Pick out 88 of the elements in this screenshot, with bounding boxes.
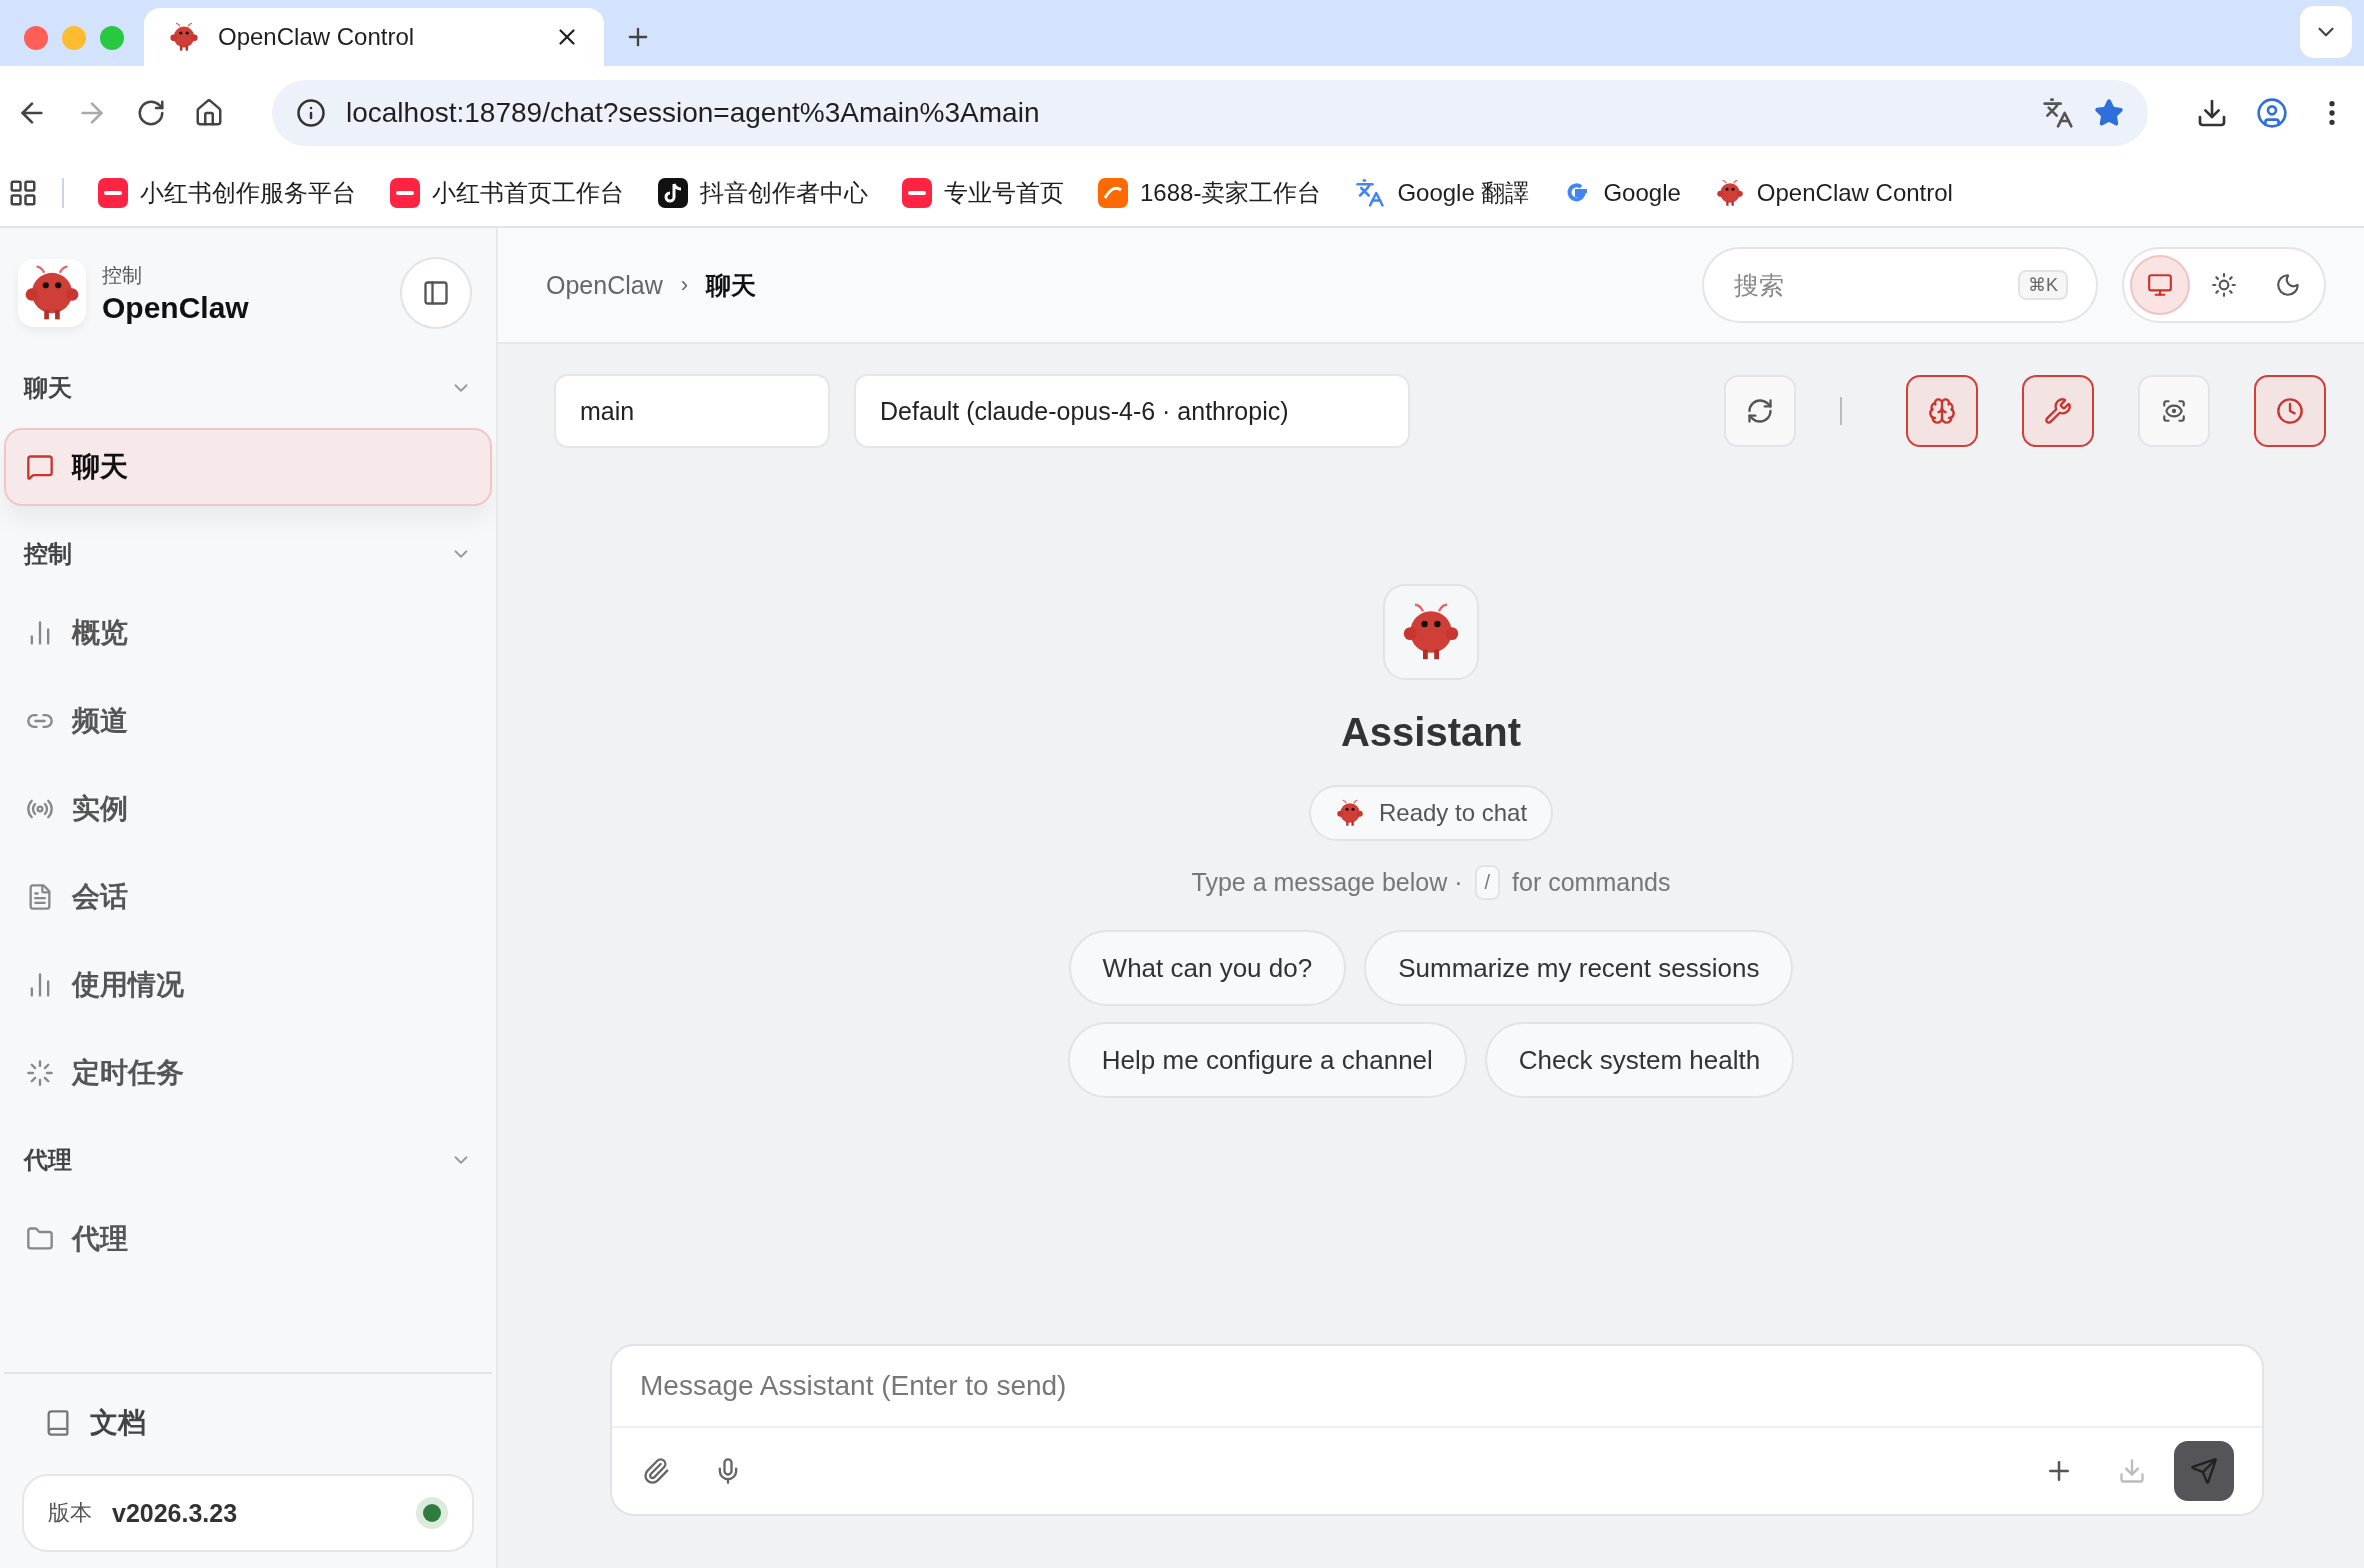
monitor-icon <box>2147 272 2173 298</box>
suggestion-chip[interactable]: Summarize my recent sessions <box>1364 930 1794 1006</box>
suggestion-chip[interactable]: What can you do? <box>1068 930 1347 1006</box>
shortcut-hint: ⌘K <box>2018 270 2068 300</box>
mascot-icon <box>1334 798 1365 828</box>
breadcrumb-item[interactable]: OpenClaw <box>546 270 663 300</box>
loader-icon <box>26 1059 54 1087</box>
slash-key: / <box>1474 865 1501 900</box>
composer-panel[interactable]: Message Assistant (Enter to send) <box>610 1344 2264 1516</box>
note-icon <box>658 178 688 208</box>
assistant-title: Assistant <box>1340 710 1522 755</box>
paperclip-icon <box>642 1457 670 1485</box>
status-text: Ready to chat <box>1378 799 1528 827</box>
bookmark-link[interactable]: 小红书创作服务平台 <box>98 177 356 209</box>
folder-icon <box>26 1225 54 1253</box>
bookmark-link[interactable]: 小红书首页工作台 <box>390 177 624 209</box>
bookmark-link[interactable]: Google 翻譯 <box>1355 177 1530 209</box>
send-button[interactable] <box>2174 1441 2234 1501</box>
mascot-icon <box>168 21 200 53</box>
suggestion-chip[interactable]: Help me configure a channel <box>1067 1022 1467 1098</box>
translate-icon[interactable] <box>2042 97 2074 129</box>
brain-icon <box>1928 397 1956 425</box>
nav-item[interactable]: 概览 <box>4 594 492 672</box>
group-header[interactable]: 控制 <box>4 524 492 584</box>
nav-item[interactable]: 会话 <box>4 858 492 936</box>
profile-icon[interactable] <box>2256 97 2288 129</box>
breadcrumb-item: 聊天 <box>706 269 757 301</box>
chat-icon <box>26 453 54 481</box>
home-icon[interactable] <box>194 98 224 128</box>
search-field[interactable]: 搜索 ⌘K <box>1702 247 2098 323</box>
refresh-button[interactable] <box>1724 375 1796 447</box>
download-icon[interactable] <box>2196 97 2228 129</box>
brand-subtitle: 控制 <box>102 262 143 288</box>
moon-icon <box>2275 272 2301 298</box>
group-header[interactable]: 聊天 <box>4 358 492 418</box>
attach-button[interactable] <box>642 1457 670 1485</box>
bookmark-link[interactable]: OpenClaw Control <box>1714 178 1953 208</box>
refresh-icon <box>1746 397 1774 425</box>
translate-icon <box>1355 178 1386 208</box>
app-icon <box>390 178 420 208</box>
session-select[interactable]: main <box>554 374 830 448</box>
hint-text: Type a message below · <box>1191 868 1463 897</box>
app-icon <box>98 178 128 208</box>
bookmark-link[interactable]: 抖音创作者中心 <box>658 177 868 209</box>
theme-button[interactable] <box>2130 255 2190 315</box>
group-header[interactable]: 代理 <box>4 1130 492 1190</box>
version-label: 版本 <box>48 1499 92 1527</box>
message-field[interactable]: Message Assistant (Enter to send) <box>612 1346 2262 1426</box>
nav-item[interactable]: 代理 <box>4 1200 492 1278</box>
search-input[interactable]: 搜索 <box>1732 269 2018 301</box>
app-icon <box>902 178 932 208</box>
tab-title: OpenClaw Control <box>218 23 416 51</box>
group-label: 代理 <box>24 1145 72 1175</box>
brain-button[interactable] <box>1906 375 1978 447</box>
group-label: 控制 <box>24 539 72 569</box>
nav-item[interactable]: 使用情况 <box>4 946 492 1024</box>
suggestion-chip[interactable]: Check system health <box>1484 1022 1795 1098</box>
clock-button[interactable] <box>2254 375 2326 447</box>
reload-icon[interactable] <box>136 98 166 128</box>
nav-item[interactable]: 频道 <box>4 682 492 760</box>
wrench-button[interactable] <box>2022 375 2094 447</box>
sun-icon <box>2211 272 2237 298</box>
bookmark-link[interactable]: 专业号首页 <box>902 177 1064 209</box>
breadcrumb-separator: › <box>680 272 689 298</box>
download-icon <box>2118 1457 2146 1485</box>
apps-icon[interactable] <box>8 178 38 208</box>
app-icon <box>1098 178 1128 208</box>
send-icon <box>2190 1457 2218 1485</box>
info-icon[interactable] <box>296 98 326 128</box>
group-label: 聊天 <box>24 373 72 403</box>
nav-item[interactable]: 实例 <box>4 770 492 848</box>
docs-link[interactable]: 文档 <box>22 1394 474 1452</box>
sidebar-icon <box>422 279 450 307</box>
model-select[interactable]: Default (claude-opus-4-6 · anthropic) <box>854 374 1410 448</box>
bookmark-link[interactable]: Google <box>1563 179 1681 207</box>
nav-item[interactable]: 定时任务 <box>4 1034 492 1112</box>
browser-tab[interactable]: OpenClaw Control <box>144 8 604 66</box>
nav-item[interactable]: 聊天 <box>4 428 492 506</box>
mascot-icon <box>1714 178 1745 208</box>
hint-text: for commands <box>1512 868 1671 897</box>
brand-title: OpenClaw <box>102 290 250 325</box>
bookmark-link[interactable]: 1688-卖家工作台 <box>1098 177 1322 209</box>
bookmark-star-icon[interactable] <box>2094 98 2124 128</box>
clock-icon <box>2276 397 2304 425</box>
focus-button[interactable] <box>2138 375 2210 447</box>
wrench-icon <box>2044 397 2072 425</box>
focus-icon <box>2161 398 2187 424</box>
version-number: v2026.3.23 <box>112 1498 239 1528</box>
